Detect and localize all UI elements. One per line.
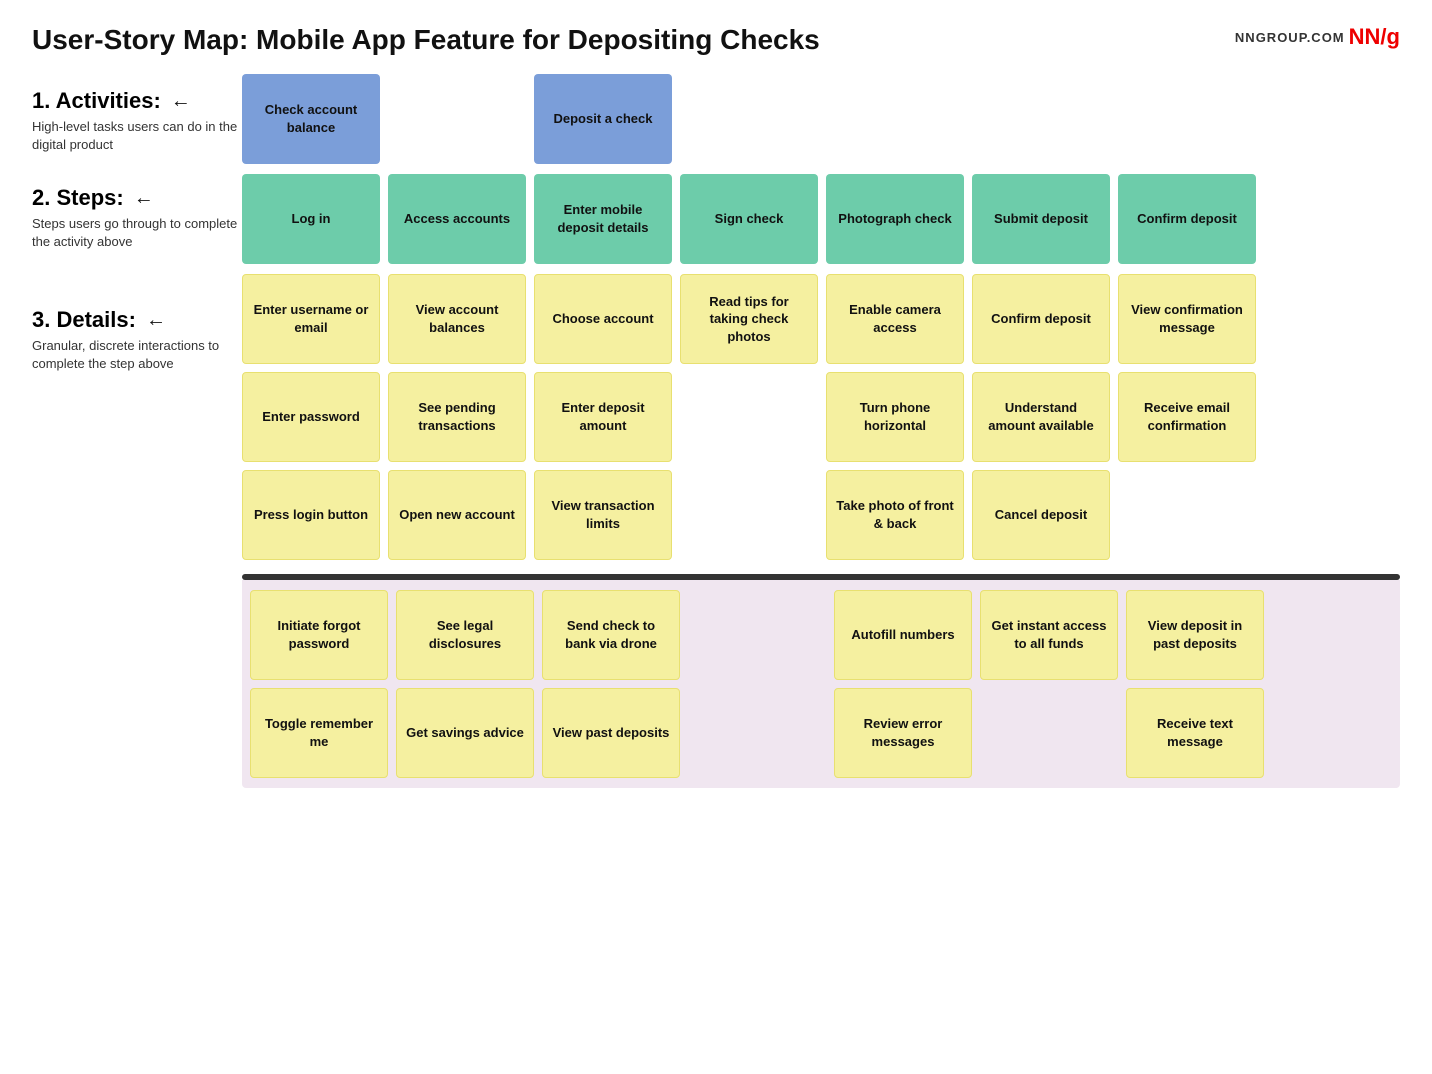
low-placeholder-r2-c4 [688,688,826,778]
activity-placeholder-2 [680,74,818,164]
low-card-review-errors: Review error messages [834,688,972,778]
low-card-savings-advice: Get savings advice [396,688,534,778]
low-row-2: Toggle remember me Get savings advice Vi… [250,688,1392,778]
detail-card-choose-account: Choose account [534,274,672,364]
page-header: User-Story Map: Mobile App Feature for D… [32,24,1400,56]
detail-card-transaction-limits: View transaction limits [534,470,672,560]
steps-label-desc: Steps users go through to complete the a… [32,215,242,251]
activity-placeholder-3 [826,74,964,164]
nngroup-logo: NNGROUP.COM NN/g [1235,24,1400,50]
detail-card-view-balances: View account balances [388,274,526,364]
content-column: Check account balance Deposit a check Lo… [242,74,1400,788]
low-placeholder-r2-c6 [980,688,1118,778]
detail-card-email-confirmation: Receive email confirmation [1118,372,1256,462]
activity-card-deposit-check: Deposit a check [534,74,672,164]
activity-card-check-balance: Check account balance [242,74,380,164]
activities-label-section: 1. Activities: ← High-level tasks users … [32,74,242,179]
steps-row: Log in Access accounts Enter mobile depo… [242,174,1400,264]
nng-logo: NN/g [1349,24,1400,50]
step-card-sign-check: Sign check [680,174,818,264]
detail-card-turn-phone: Turn phone horizontal [826,372,964,462]
step-card-mobile-deposit: Enter mobile deposit details [534,174,672,264]
detail-card-camera-access: Enable camera access [826,274,964,364]
detail-card-pending-transactions: See pending transactions [388,372,526,462]
steps-label-section: 2. Steps: ← Steps users go through to co… [32,179,242,279]
story-map: 1. Activities: ← High-level tasks users … [32,74,1400,788]
details-arrow: ← [146,309,166,332]
low-card-legal-disclosures: See legal disclosures [396,590,534,680]
detail-card-view-confirmation: View confirmation message [1118,274,1256,364]
step-card-submit-deposit: Submit deposit [972,174,1110,264]
detail-card-deposit-amount: Enter deposit amount [534,372,672,462]
low-card-forgot-password: Initiate forgot password [250,590,388,680]
low-card-past-deposits: View past deposits [542,688,680,778]
detail-card-username: Enter username or email [242,274,380,364]
detail-card-press-login: Press login button [242,470,380,560]
activities-arrow: ← [171,90,191,113]
detail-card-open-account: Open new account [388,470,526,560]
details-label-section: 3. Details: ← Granular, discrete interac… [32,279,242,373]
detail-placeholder-r3-c4 [680,470,818,560]
activities-label-text: 1. Activities: [32,88,161,114]
step-card-access-accounts: Access accounts [388,174,526,264]
detail-card-understand-amount: Understand amount available [972,372,1110,462]
low-card-instant-access: Get instant access to all funds [980,590,1118,680]
detail-card-confirm-deposit: Confirm deposit [972,274,1110,364]
low-card-autofill: Autofill numbers [834,590,972,680]
details-row-1: Enter username or email View account bal… [242,274,1400,364]
detail-card-password: Enter password [242,372,380,462]
details-label-text: 3. Details: [32,307,136,333]
detail-placeholder-r3-c7 [1118,470,1256,560]
detail-placeholder-r2-c4 [680,372,818,462]
details-row-3: Press login button Open new account View… [242,470,1400,560]
details-label-desc: Granular, discrete interactions to compl… [32,337,242,373]
step-card-photograph: Photograph check [826,174,964,264]
page-title: User-Story Map: Mobile App Feature for D… [32,24,820,56]
detail-card-read-tips: Read tips for taking check photos [680,274,818,364]
steps-arrow: ← [134,187,154,210]
detail-card-photo-front-back: Take photo of front & back [826,470,964,560]
low-card-remember-me: Toggle remember me [250,688,388,778]
low-row-1: Initiate forgot password See legal discl… [250,590,1392,680]
activity-placeholder-1 [388,74,526,164]
low-placeholder-r1-c4 [688,590,826,680]
activities-row: Check account balance Deposit a check [242,74,1400,164]
activities-label-desc: High-level tasks users can do in the dig… [32,118,242,154]
low-card-text-message: Receive text message [1126,688,1264,778]
steps-label-text: 2. Steps: [32,185,124,211]
details-row-2: Enter password See pending transactions … [242,372,1400,462]
labels-column: 1. Activities: ← High-level tasks users … [32,74,242,788]
activities-label-title: 1. Activities: ← [32,88,242,114]
low-card-bank-drone: Send check to bank via drone [542,590,680,680]
low-priority-section: Initiate forgot password See legal discl… [242,580,1400,788]
activity-placeholder-4 [972,74,1110,164]
step-card-confirm-deposit: Confirm deposit [1118,174,1256,264]
step-card-login: Log in [242,174,380,264]
detail-card-cancel-deposit: Cancel deposit [972,470,1110,560]
activity-placeholder-5 [1118,74,1256,164]
low-card-view-deposit-history: View deposit in past deposits [1126,590,1264,680]
details-label-title: 3. Details: ← [32,307,242,333]
steps-label-title: 2. Steps: ← [32,185,242,211]
nngroup-text: NNGROUP.COM [1235,30,1345,45]
